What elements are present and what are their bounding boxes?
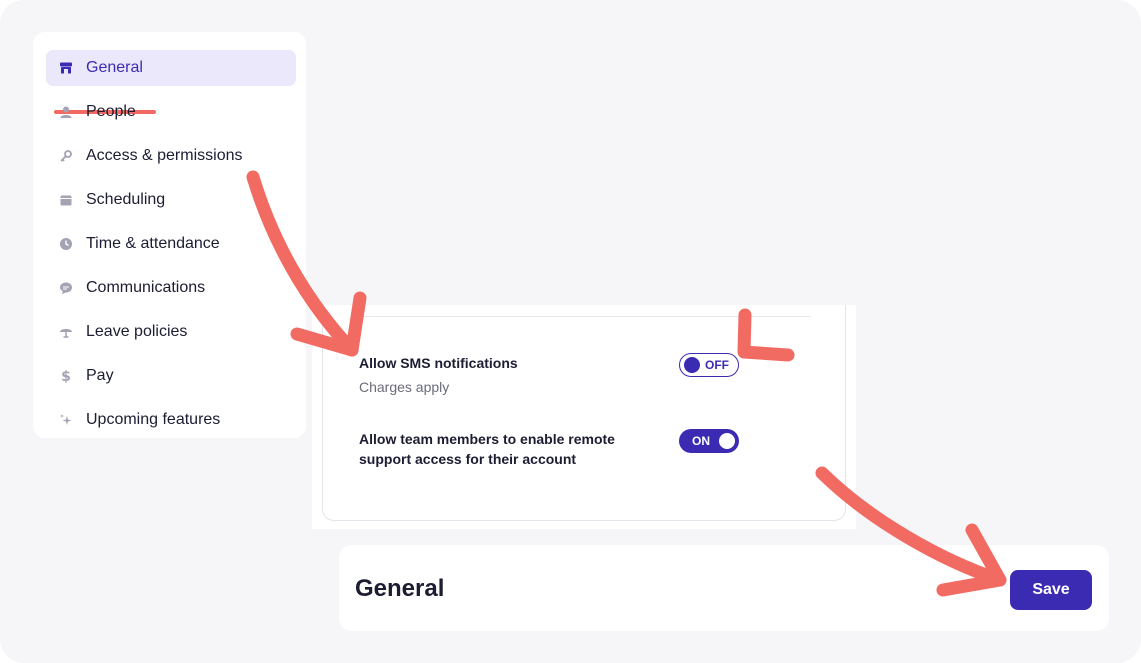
sidebar-item-label: Time & attendance (86, 235, 220, 252)
sidebar-item-access-permissions[interactable]: Access & permissions (46, 138, 296, 174)
remote-support-title-line2: support access for their account (359, 451, 577, 467)
sidebar-item-people[interactable]: People (46, 94, 296, 130)
remote-support-toggle[interactable]: ON (679, 429, 739, 453)
page-footer: General Save (339, 545, 1109, 631)
settings-sidebar: General People Access & permissions Sche… (33, 32, 306, 438)
sidebar-item-leave-policies[interactable]: Leave policies (46, 314, 296, 350)
save-button[interactable]: Save (1010, 570, 1092, 610)
sidebar-item-label: General (86, 59, 143, 76)
dollar-icon: $ (58, 368, 74, 384)
chat-icon (58, 280, 74, 296)
svg-text:$: $ (61, 369, 71, 383)
sms-setting-title: Allow SMS notifications (359, 355, 518, 371)
app-canvas: General People Access & permissions Sche… (0, 0, 1141, 663)
calendar-icon (58, 192, 74, 208)
umbrella-icon (58, 324, 74, 340)
remote-support-setting-title: Allow team members to enable remote supp… (359, 429, 615, 469)
toggle-knob (684, 357, 700, 373)
page-title: General (355, 575, 445, 602)
sidebar-item-label: Communications (86, 279, 206, 296)
key-icon (58, 148, 74, 164)
store-icon (58, 60, 74, 76)
settings-card (322, 305, 846, 521)
sidebar-item-label: Upcoming features (86, 411, 221, 428)
toggle-knob (719, 433, 735, 449)
sidebar-item-general[interactable]: General (46, 50, 296, 86)
toggle-label: OFF (705, 358, 729, 372)
sidebar-item-label: Access & permissions (86, 147, 243, 164)
sidebar-item-upcoming-features[interactable]: Upcoming features (46, 402, 296, 438)
sidebar-item-time-attendance[interactable]: Time & attendance (46, 226, 296, 262)
sidebar-item-scheduling[interactable]: Scheduling (46, 182, 296, 218)
sms-setting-subtitle: Charges apply (359, 379, 450, 395)
toggle-label: ON (692, 434, 710, 448)
sidebar-item-label: People (86, 103, 136, 120)
remote-support-title-line1: Allow team members to enable remote (359, 431, 615, 447)
sidebar-item-label: Leave policies (86, 323, 188, 340)
sms-toggle[interactable]: OFF (679, 353, 739, 377)
sidebar-item-label: Pay (86, 367, 114, 384)
sparkle-icon (58, 412, 74, 428)
person-icon (58, 104, 74, 120)
sidebar-item-pay[interactable]: $ Pay (46, 358, 296, 394)
sidebar-item-communications[interactable]: Communications (46, 270, 296, 306)
clock-icon (58, 236, 74, 252)
sidebar-item-label: Scheduling (86, 191, 166, 208)
divider (360, 316, 810, 317)
